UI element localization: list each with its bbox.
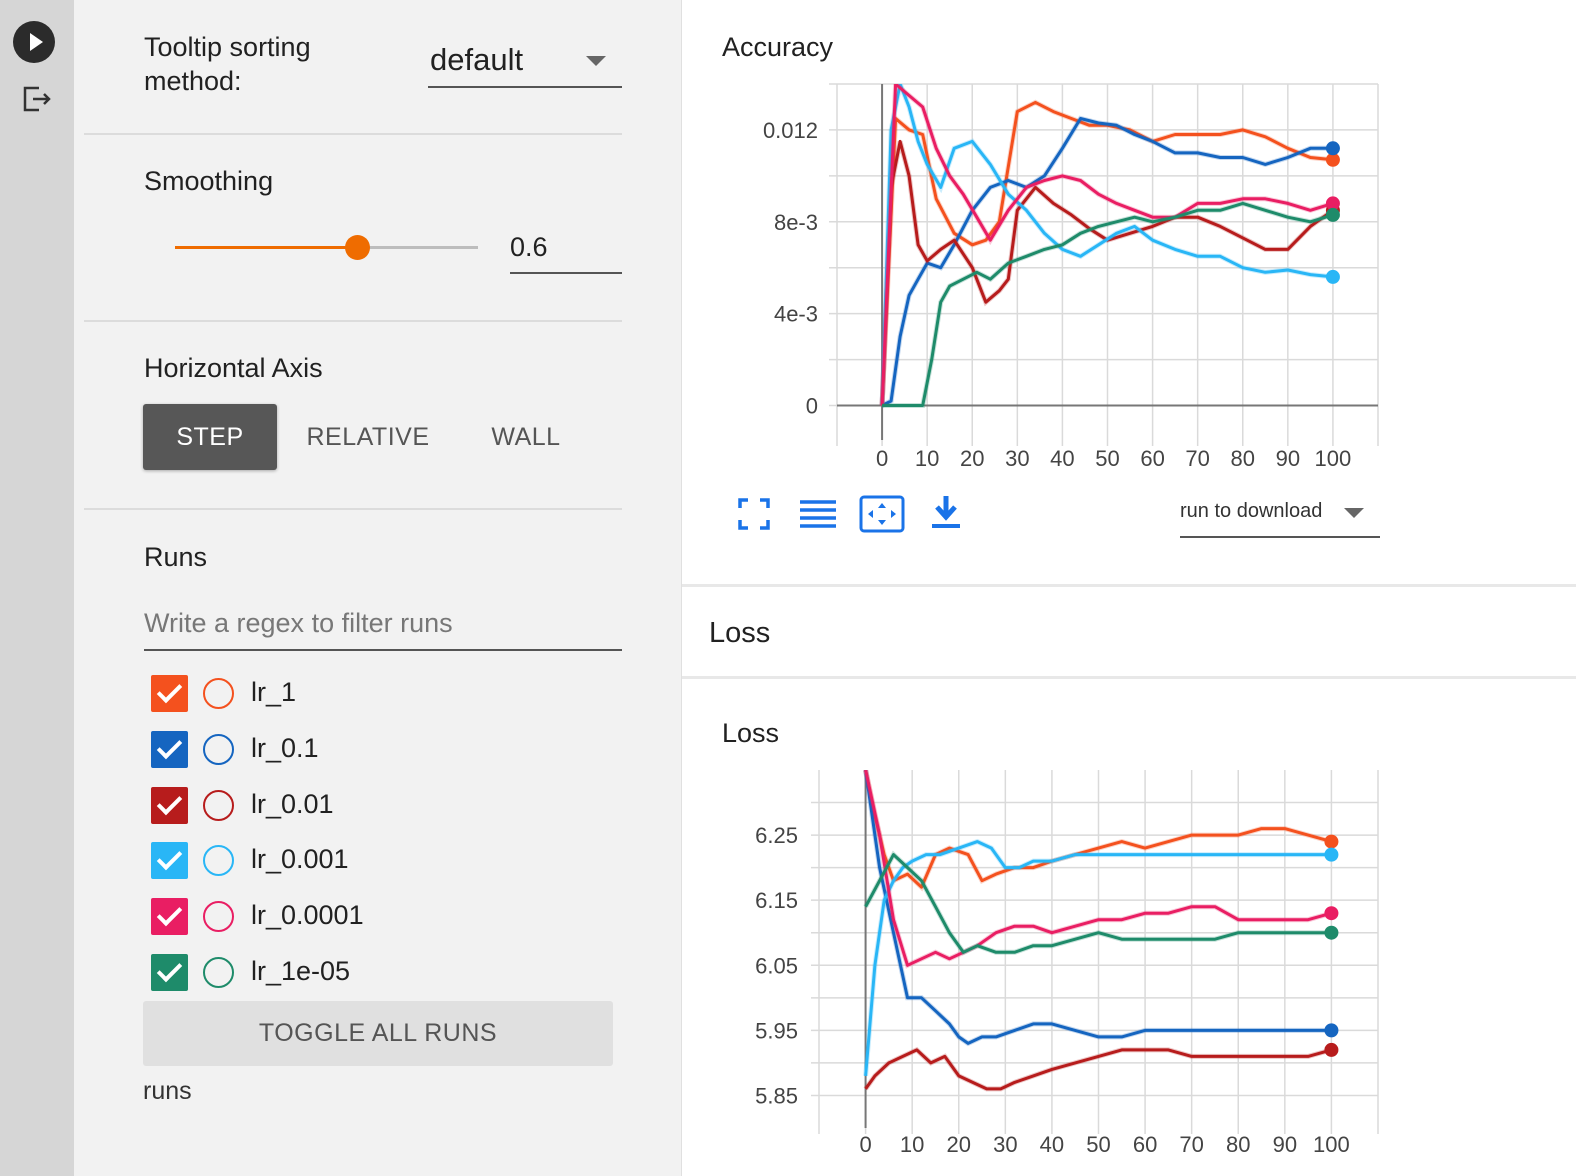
y-tick-label: 6.25 <box>755 823 798 848</box>
series-end-point-lr-0-001 <box>1325 269 1340 284</box>
run-name: lr_1e-05 <box>251 956 351 986</box>
y-tick-label: 6.15 <box>755 888 798 913</box>
runs-label: Runs <box>144 542 208 572</box>
x-tick-label: 20 <box>947 1132 971 1157</box>
series-end-point-lr-0-01 <box>1324 1042 1339 1057</box>
download-icon[interactable] <box>926 494 966 534</box>
accuracy-chart[interactable]: 0 10 20 30 40 50 60 70 80 90 100 0 4e-3 8e-3 0.012 <box>682 0 1576 490</box>
smoothing-slider[interactable] <box>175 235 478 260</box>
x-tick-label: 50 <box>1095 446 1119 471</box>
run-name: lr_0.01 <box>251 789 334 819</box>
run-name: lr_1 <box>251 677 297 707</box>
run-radio[interactable] <box>203 957 234 988</box>
y-tick-label: 4e-3 <box>774 302 818 327</box>
run-filter-input[interactable]: Write a regex to filter runs <box>144 596 622 651</box>
tooltip-sorting-label: Tooltip sorting method: <box>144 32 311 96</box>
y-tick-label: 0 <box>806 394 818 419</box>
series-end-point-lr-0-1 <box>1324 1023 1339 1038</box>
fullscreen-icon[interactable] <box>734 494 774 534</box>
toggle-all-runs-button[interactable]: TOGGLE ALL RUNS <box>143 1001 613 1066</box>
run-name: lr_0.001 <box>251 844 349 874</box>
run-radio[interactable] <box>203 678 234 709</box>
series-end-point-lr-0-1 <box>1325 141 1340 156</box>
x-tick-label: 0 <box>876 446 888 471</box>
chevron-down-icon <box>1344 508 1364 518</box>
x-tick-label: 20 <box>960 446 984 471</box>
run-name: lr_0.1 <box>251 733 319 763</box>
run-radio[interactable] <box>203 790 234 821</box>
x-tick-label: 100 <box>1315 446 1352 471</box>
x-tick-label: 90 <box>1276 446 1300 471</box>
x-tick-label: 40 <box>1040 1132 1064 1157</box>
axis-wall-button[interactable]: WALL <box>474 404 578 470</box>
y-tick-label: 8e-3 <box>774 210 818 235</box>
tooltip-sorting-value: default <box>430 42 524 77</box>
runs-footer: runs <box>143 1077 192 1105</box>
run-checkbox[interactable] <box>151 675 188 712</box>
divider <box>84 320 622 322</box>
run-name: lr_0.0001 <box>251 900 364 930</box>
axis-step-button[interactable]: STEP <box>143 404 277 470</box>
x-tick-label: 0 <box>859 1132 871 1157</box>
x-tick-label: 80 <box>1226 1132 1250 1157</box>
smoothing-input[interactable]: 0.6 <box>510 224 622 274</box>
loss-chart[interactable]: 0 10 20 30 40 50 60 70 80 90 100 5.85 5.95 6.05 6.15 6.… <box>682 676 1576 1176</box>
y-tick-label: 5.95 <box>755 1018 798 1043</box>
left-rail <box>0 0 74 1176</box>
x-tick-label: 100 <box>1313 1132 1350 1157</box>
smoothing-label: Smoothing <box>144 166 274 196</box>
y-tick-label: 5.85 <box>755 1083 798 1108</box>
x-tick-label: 30 <box>993 1132 1017 1157</box>
loss-section-header[interactable]: Loss <box>709 617 770 650</box>
smoothing-slider-fill <box>175 246 357 249</box>
x-tick-label: 60 <box>1133 1132 1157 1157</box>
settings-sidebar: Tooltip sorting method: default Smoothin… <box>74 0 682 1176</box>
run-checkbox[interactable] <box>151 731 188 768</box>
y-tick-label: 0.012 <box>763 118 818 143</box>
series-end-point-lr-1e-05 <box>1324 925 1339 940</box>
horizontal-axis-label: Horizontal Axis <box>144 353 323 383</box>
run-radio[interactable] <box>203 734 234 765</box>
x-tick-label: 70 <box>1179 1132 1203 1157</box>
card-divider <box>682 584 1576 587</box>
x-tick-label: 50 <box>1086 1132 1110 1157</box>
smoothing-slider-thumb[interactable] <box>344 235 370 260</box>
divider <box>84 508 622 510</box>
chevron-down-icon <box>586 56 606 66</box>
x-tick-label: 60 <box>1140 446 1164 471</box>
x-tick-label: 70 <box>1185 446 1209 471</box>
fit-to-domain-icon[interactable] <box>859 494 905 534</box>
run-radio[interactable] <box>203 901 234 932</box>
main-panel: Accuracy 0 10 20 30 40 50 60 70 80 90 100 0 4e-3 8e-3… <box>682 0 1576 1176</box>
x-tick-label: 30 <box>1005 446 1029 471</box>
x-tick-label: 90 <box>1273 1132 1297 1157</box>
x-tick-label: 80 <box>1231 446 1255 471</box>
series-end-point-lr-0-0001 <box>1324 906 1339 921</box>
run-to-download-select[interactable]: run to download <box>1180 490 1380 538</box>
run-to-download-value: run to download <box>1180 500 1323 522</box>
play-icon[interactable] <box>13 21 55 63</box>
x-tick-label: 10 <box>915 446 939 471</box>
series-end-point-lr-1e-05 <box>1325 207 1340 222</box>
exit-icon[interactable] <box>21 83 53 115</box>
run-checkbox[interactable] <box>151 842 188 879</box>
run-radio[interactable] <box>203 845 234 876</box>
run-checkbox[interactable] <box>151 898 188 935</box>
list-icon[interactable] <box>798 494 838 534</box>
series-end-point-lr-0-001 <box>1324 847 1339 862</box>
axis-relative-button[interactable]: RELATIVE <box>298 404 438 470</box>
x-tick-label: 10 <box>900 1132 924 1157</box>
series-end-point-lr-1 <box>1324 834 1339 849</box>
run-checkbox[interactable] <box>151 954 188 991</box>
divider <box>84 133 622 135</box>
x-tick-label: 40 <box>1050 446 1074 471</box>
run-checkbox[interactable] <box>151 787 188 824</box>
y-tick-label: 6.05 <box>755 953 798 978</box>
tooltip-sorting-select[interactable]: default <box>428 40 622 88</box>
